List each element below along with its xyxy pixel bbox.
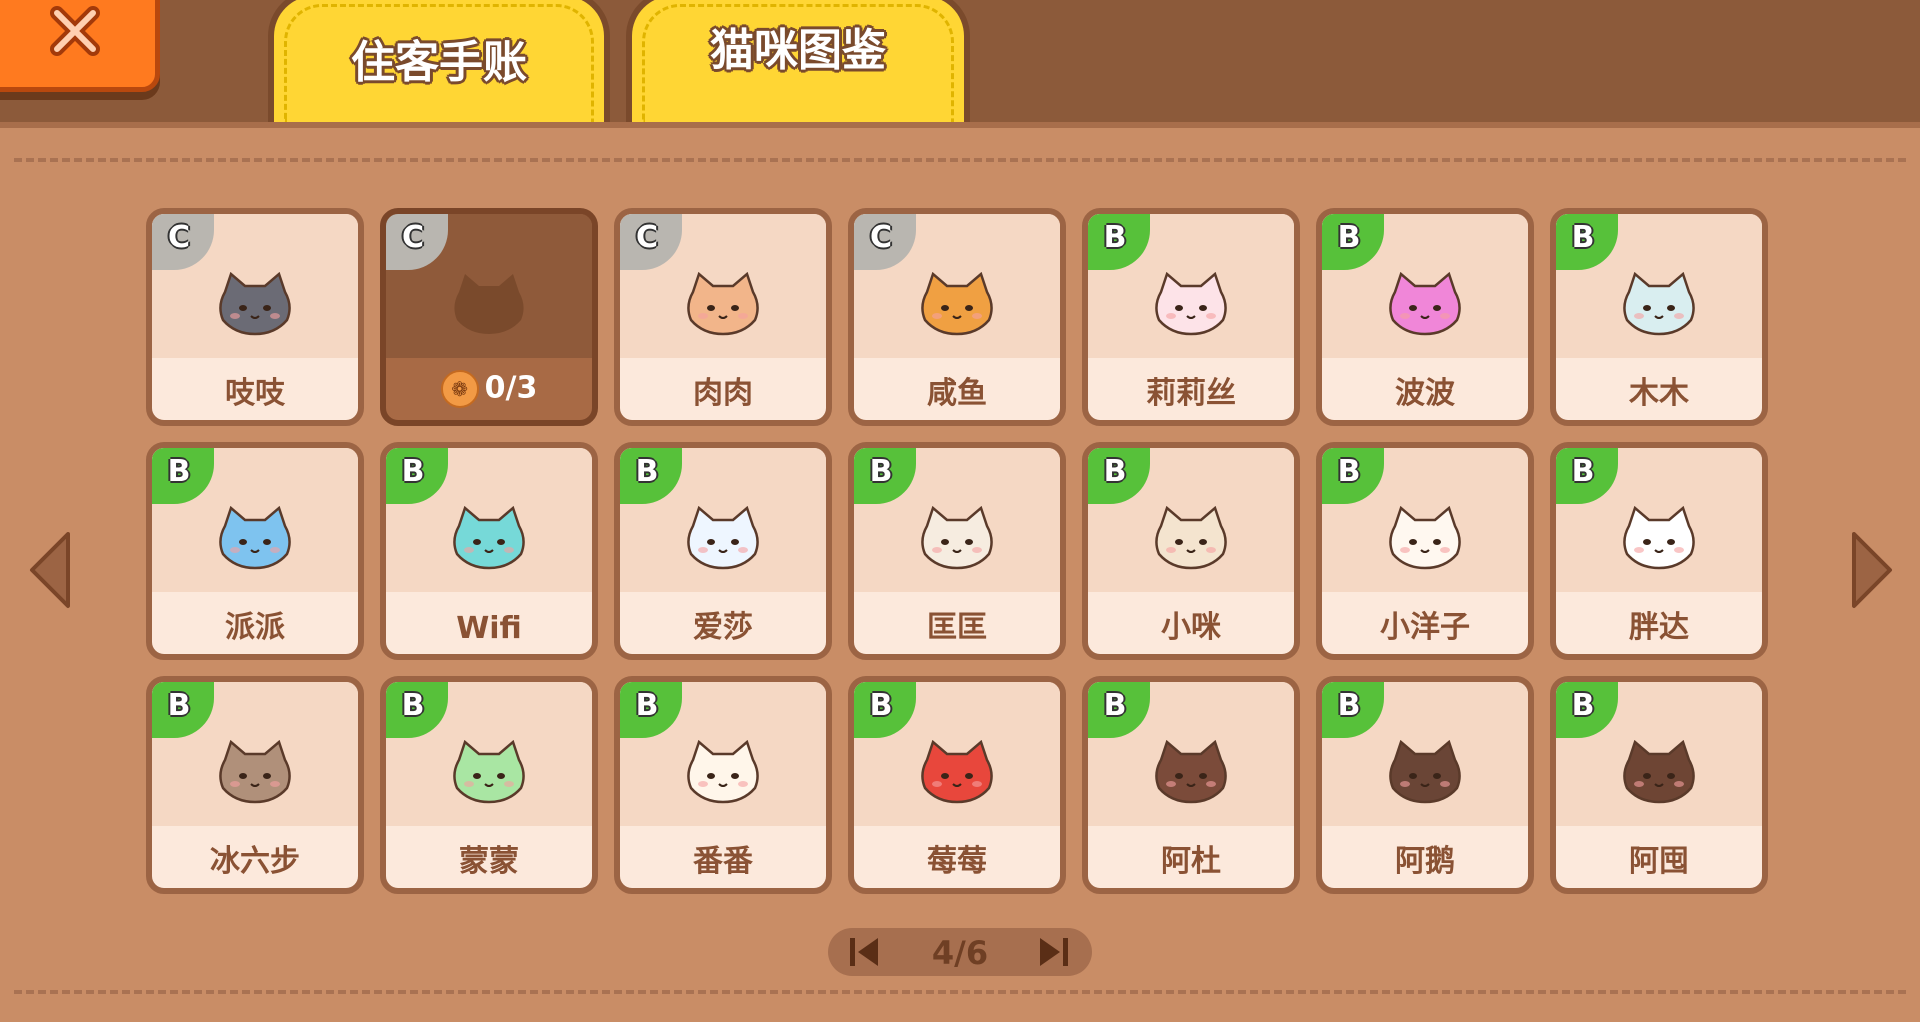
cat-name: 吱吱 bbox=[225, 376, 285, 411]
prev-page-arrow[interactable] bbox=[28, 530, 72, 610]
cat-card[interactable]: B 阿鹅 bbox=[1316, 676, 1534, 894]
top-bar: 住客手账 猫咪图鉴 bbox=[0, 0, 1920, 122]
cat-name: Wifi bbox=[456, 611, 522, 646]
cat-face-icon bbox=[1155, 506, 1227, 570]
cat-face-icon bbox=[453, 740, 525, 804]
cat-card[interactable]: B 番番 bbox=[614, 676, 832, 894]
cat-name: 冰六步 bbox=[210, 844, 300, 879]
cat-face-icon bbox=[1623, 272, 1695, 336]
cat-name: 阿鹅 bbox=[1395, 844, 1455, 879]
cat-card-locked[interactable]: C ❁ 0/3 bbox=[380, 208, 598, 426]
cat-name: 波波 bbox=[1395, 376, 1455, 411]
stitch-divider bbox=[14, 990, 1906, 994]
cat-card[interactable]: C 咸鱼 bbox=[848, 208, 1066, 426]
cat-name: 阿杜 bbox=[1161, 844, 1221, 879]
cat-face-icon bbox=[687, 506, 759, 570]
cat-name: 派派 bbox=[225, 610, 285, 645]
cat-name: 莉莉丝 bbox=[1146, 376, 1236, 411]
cat-name: 阿囤 bbox=[1629, 844, 1689, 879]
cat-name: 肉肉 bbox=[693, 376, 753, 411]
cat-name: 小洋子 bbox=[1380, 610, 1470, 645]
tab-guest-journal[interactable]: 住客手账 bbox=[268, 0, 610, 122]
cat-card[interactable]: B 小洋子 bbox=[1316, 442, 1534, 660]
cat-face-icon bbox=[1389, 272, 1461, 336]
unlock-progress: ❁ 0/3 bbox=[386, 370, 592, 408]
tab-label: 住客手账 bbox=[351, 37, 527, 88]
cat-card[interactable]: B Wifi bbox=[380, 442, 598, 660]
cat-name: 爱莎 bbox=[693, 610, 753, 645]
cat-face-icon bbox=[1155, 740, 1227, 804]
page-indicator: 4/6 bbox=[828, 928, 1092, 976]
close-x-icon bbox=[50, 6, 100, 56]
cat-face-icon bbox=[219, 740, 291, 804]
cat-face-icon bbox=[921, 272, 993, 336]
cat-card[interactable]: B 阿杜 bbox=[1082, 676, 1300, 894]
close-button[interactable] bbox=[0, 0, 160, 92]
cat-face-icon bbox=[219, 272, 291, 336]
cat-card[interactable]: B 派派 bbox=[146, 442, 364, 660]
next-page-arrow[interactable] bbox=[1850, 530, 1894, 610]
cat-card[interactable]: B 小咪 bbox=[1082, 442, 1300, 660]
cat-face-icon bbox=[687, 272, 759, 336]
cat-card[interactable]: B 莓莓 bbox=[848, 676, 1066, 894]
cat-card[interactable]: C 吱吱 bbox=[146, 208, 364, 426]
cat-name: 胖达 bbox=[1629, 610, 1689, 645]
cat-face-icon bbox=[1389, 506, 1461, 570]
cat-name: 匡匡 bbox=[927, 610, 987, 645]
cat-name: 咸鱼 bbox=[927, 376, 987, 411]
stitch-divider bbox=[14, 158, 1906, 162]
cat-card[interactable]: C 肉肉 bbox=[614, 208, 832, 426]
tab-label: 猫咪图鉴 bbox=[710, 25, 886, 76]
cat-name: 莓莓 bbox=[927, 844, 987, 879]
cat-card[interactable]: B 阿囤 bbox=[1550, 676, 1768, 894]
cat-face-icon bbox=[1155, 272, 1227, 336]
paw-icon: ❁ bbox=[440, 370, 479, 408]
cat-face-icon bbox=[1623, 740, 1695, 804]
cat-face-icon bbox=[1389, 740, 1461, 804]
skip-last-icon[interactable] bbox=[1036, 936, 1070, 968]
cat-card[interactable]: B 匡匡 bbox=[848, 442, 1066, 660]
cat-card[interactable]: B 爱莎 bbox=[614, 442, 832, 660]
cat-face-icon bbox=[921, 506, 993, 570]
cat-face-icon bbox=[1623, 506, 1695, 570]
cat-face-icon bbox=[453, 506, 525, 570]
encyclopedia-panel: C 吱吱 C ❁ 0/3 C 肉肉 C 咸鱼 B 莉莉丝 B 波波 B 木木 B 派派 B Wifi B 爱莎 B 匡匡 B 小… bbox=[0, 122, 1920, 1022]
cat-face-icon bbox=[219, 506, 291, 570]
cat-name: 木木 bbox=[1629, 376, 1689, 411]
cat-card[interactable]: B 蒙蒙 bbox=[380, 676, 598, 894]
cat-silhouette-icon bbox=[454, 274, 524, 334]
cat-name: 蒙蒙 bbox=[459, 844, 519, 879]
cat-card[interactable]: B 木木 bbox=[1550, 208, 1768, 426]
cat-name: 小咪 bbox=[1161, 610, 1221, 645]
cat-card[interactable]: B 莉莉丝 bbox=[1082, 208, 1300, 426]
cat-card[interactable]: B 波波 bbox=[1316, 208, 1534, 426]
cat-face-icon bbox=[687, 740, 759, 804]
cat-face-icon bbox=[921, 740, 993, 804]
cat-name: 番番 bbox=[693, 844, 753, 879]
cat-card[interactable]: B 胖达 bbox=[1550, 442, 1768, 660]
tab-cat-encyclopedia[interactable]: 猫咪图鉴 bbox=[626, 0, 970, 122]
progress-text: 0/3 bbox=[484, 370, 538, 406]
cat-card[interactable]: B 冰六步 bbox=[146, 676, 364, 894]
